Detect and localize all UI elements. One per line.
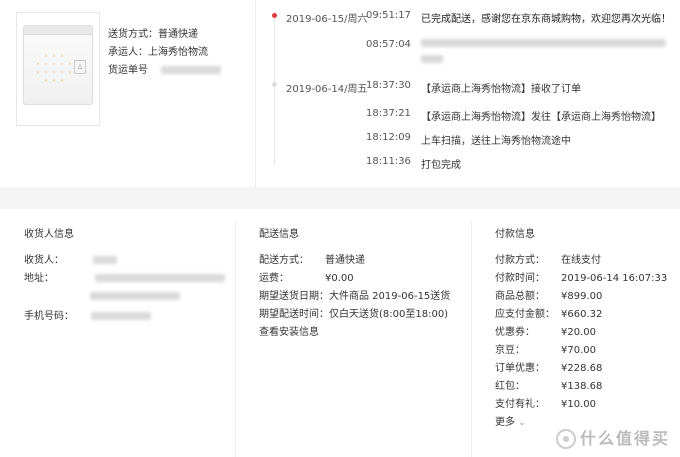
log-message: 【承运商上海秀怡物流】接收了订单 <box>421 84 581 95</box>
payment-title: 付款信息 <box>495 229 535 240</box>
payment-row: 付款时间： 2019-06-14 16:07:33 <box>495 273 668 284</box>
payment-row: 京豆： ¥70.00 <box>495 345 596 356</box>
log-message: 【承运商上海秀怡物流】发往【承运商上海秀怡物流】 <box>421 112 661 123</box>
expected-time: 期望配送时间：仅白天送货(8:00至18:00) <box>259 309 449 320</box>
payment-row: 商品总额： ¥899.00 <box>495 291 603 302</box>
payment-row: 订单优惠： ¥228.68 <box>495 363 603 374</box>
log-date: 2019-06-14/周五 <box>286 84 368 95</box>
receiver-phone-row: 手机号码： <box>24 307 152 322</box>
shipping-method: 送货方式：普通快递 <box>108 29 198 40</box>
delivery-title: 配送信息 <box>259 229 299 240</box>
timeline-dot <box>272 82 277 87</box>
log-date: 2019-06-15/周六 <box>286 14 368 25</box>
redacted-log-message <box>421 38 666 63</box>
redacted-tracking <box>161 66 222 74</box>
product-thumbnail[interactable]: △ <box>16 12 100 126</box>
log-time: 09:51:17 <box>366 10 411 21</box>
payment-row: 优惠券： ¥20.00 <box>495 327 596 338</box>
payment-row: 付款方式： 在线支付 <box>495 255 601 266</box>
receiver-address-row: 地址： <box>24 269 226 300</box>
log-time: 18:11:36 <box>366 156 411 167</box>
divider <box>255 0 256 187</box>
redacted-address <box>95 274 226 282</box>
carrier: 承运人：上海秀怡物流 <box>108 47 208 58</box>
delivery-method-row: 配送方式： 普通快递 <box>259 255 365 266</box>
logistics-section: △ 送货方式：普通快递 承运人：上海秀怡物流 货运单号 2019-06-15/周… <box>0 0 680 187</box>
column-divider <box>235 221 236 457</box>
payment-row: 红包： ¥138.68 <box>495 381 603 392</box>
shipment-meta: 送货方式：普通快递 承运人：上海秀怡物流 货运单号 <box>108 26 222 80</box>
redacted-phone <box>91 312 152 320</box>
log-message: 打包完成 <box>421 160 461 171</box>
install-info-link[interactable]: 查看安装信息 <box>259 323 319 338</box>
log-message: 已完成配送，感谢您在京东商城购物，欢迎您再次光临！ <box>421 14 671 25</box>
log-time: 08:57:04 <box>366 39 411 50</box>
expected-date: 期望送货日期：大件商品 2019-06-15送货 <box>259 291 451 302</box>
receiver-title: 收货人信息 <box>24 229 74 240</box>
watermark: 什么值得买 <box>555 425 670 449</box>
section-separator <box>0 187 680 209</box>
timeline-dot-latest <box>272 13 277 18</box>
receiver-name-row: 收货人： <box>24 251 118 266</box>
order-info-section: 收货人信息 收货人： 地址： 手机号码： 配送信息 配送方式： 普通快递 运费： ¥… <box>0 209 680 457</box>
log-time: 18:37:30 <box>366 80 411 91</box>
more-toggle[interactable]: 更多 ⌄ <box>495 413 526 428</box>
redacted-name <box>93 256 118 264</box>
watermark-logo-icon <box>555 429 576 449</box>
log-message: 上车扫描，送往上海秀怡物流途中 <box>421 136 571 147</box>
payment-row: 应支付金额： ¥660.32 <box>495 309 603 320</box>
column-divider <box>471 221 472 457</box>
freezer-image: △ <box>23 25 93 105</box>
log-time: 18:12:09 <box>366 132 411 143</box>
timeline-line <box>274 14 275 164</box>
delivery-fee-row: 运费： ¥0.00 <box>259 273 354 284</box>
log-time: 18:37:21 <box>366 108 411 119</box>
payment-row: 支付有礼： ¥10.00 <box>495 399 596 410</box>
chevron-down-icon: ⌄ <box>518 418 526 428</box>
tracking-number: 货运单号 <box>108 62 222 80</box>
